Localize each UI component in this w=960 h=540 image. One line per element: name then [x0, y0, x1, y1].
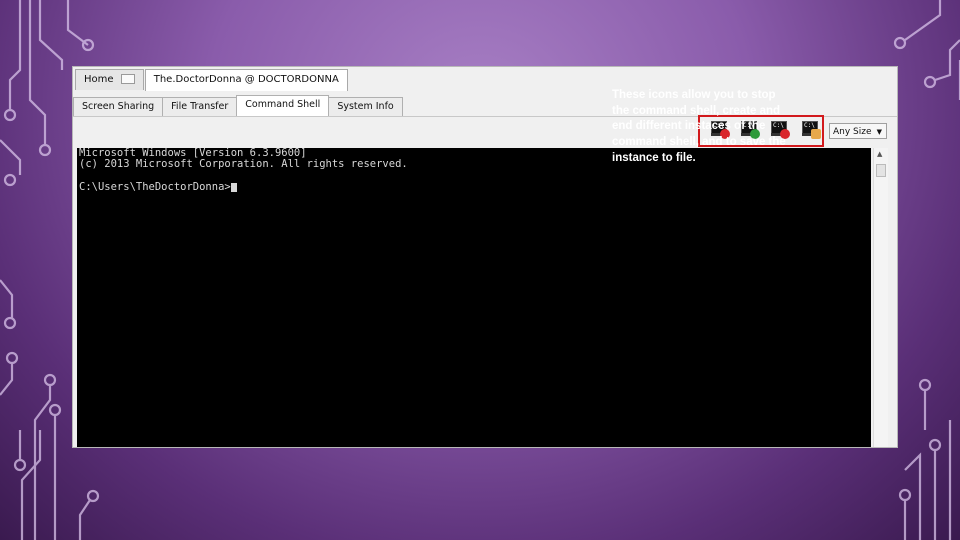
tab-remote-session-label: The.DoctorDonna @ DOCTORDONNA	[153, 74, 339, 85]
text-cursor	[230, 182, 237, 192]
tab-remote-session[interactable]: The.DoctorDonna @ DOCTORDONNA	[144, 69, 348, 91]
session-sub-tabs: Screen Sharing File Transfer Command She…	[73, 95, 403, 117]
tab-system-info[interactable]: System Info	[328, 97, 403, 117]
document-tabs: Home The.DoctorDonna @ DOCTORDONNA	[75, 69, 349, 91]
command-shell-console[interactable]: Microsoft Windows [Version 6.3.9600] (c)…	[77, 147, 871, 447]
console-line: (c) 2013 Microsoft Corporation. All righ…	[79, 158, 408, 170]
chevron-down-icon: ▼	[876, 128, 882, 136]
tab-command-shell[interactable]: Command Shell	[236, 95, 330, 116]
console-scrollbar[interactable]: ▲	[873, 148, 888, 447]
size-select-value: Any Size	[833, 127, 872, 137]
tab-home-label: Home	[84, 74, 114, 85]
console-prompt-text: C:\Users\TheDoctorDonna>	[79, 181, 231, 193]
scroll-thumb[interactable]	[876, 164, 886, 177]
console-prompt: C:\Users\TheDoctorDonna>	[79, 181, 237, 194]
tab-home[interactable]: Home	[75, 69, 144, 90]
tab-close-icon[interactable]	[120, 74, 135, 84]
scroll-up-icon[interactable]: ▲	[877, 150, 882, 158]
tab-screen-sharing[interactable]: Screen Sharing	[73, 97, 164, 117]
tab-file-transfer[interactable]: File Transfer	[162, 97, 238, 117]
annotation-note: These icons allow you to stop the comman…	[612, 89, 786, 164]
size-select[interactable]: Any Size ▼	[829, 123, 887, 139]
